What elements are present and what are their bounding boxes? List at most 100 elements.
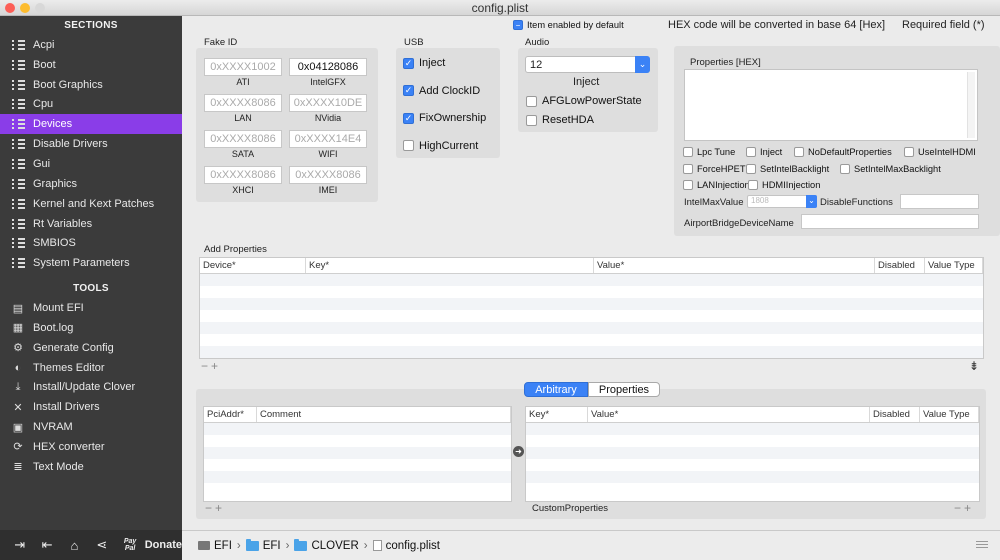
sidebar-item-acpi[interactable]: Acpi — [0, 35, 182, 55]
column-header[interactable]: Device* — [200, 258, 306, 273]
flag-setintelbacklight-checkbox[interactable]: SetIntelBacklight — [746, 164, 829, 174]
audio-resethda-checkbox[interactable]: ResetHDA — [526, 114, 594, 126]
usb-highcurrent-checkbox[interactable]: HighCurrent — [403, 140, 478, 152]
textarea-scrollbar[interactable] — [967, 72, 975, 138]
disable-functions-field[interactable] — [900, 194, 979, 209]
column-header[interactable]: Key* — [526, 407, 588, 422]
flag-inject-checkbox[interactable]: Inject — [746, 147, 782, 157]
fake-id-field-intelgfx[interactable]: 0x04128086 — [289, 58, 367, 76]
tool-item-mount-efi[interactable]: ▤ Mount EFI — [0, 298, 182, 318]
arbitrary-pci-table[interactable]: PciAddr* Comment — [203, 406, 512, 502]
usb-fixownership-checkbox[interactable]: ✓ FixOwnership — [403, 112, 486, 124]
custom-properties-label: CustomProperties — [532, 503, 609, 514]
sidebar-item-system-parameters[interactable]: System Parameters — [0, 253, 182, 273]
flag-setintelmaxbacklight-checkbox[interactable]: SetIntelMaxBacklight — [840, 164, 941, 174]
tool-item-nvram[interactable]: ▣ NVRAM — [0, 417, 182, 437]
path-item[interactable]: config.plist — [386, 540, 440, 552]
column-header[interactable]: Key* — [306, 258, 594, 273]
fake-id-field-lan[interactable]: 0xXXXX8086 — [204, 94, 282, 112]
audio-afglowpowerstate-checkbox[interactable]: AFGLowPowerState — [526, 95, 642, 107]
tool-item-install-drivers[interactable]: ✕ Install Drivers — [0, 397, 182, 417]
column-header[interactable]: Value Type — [925, 258, 983, 273]
flag-useintelhdmi-checkbox[interactable]: UseIntelHDMI — [904, 147, 976, 157]
flag-lpc-tune-checkbox[interactable]: Lpc Tune — [683, 147, 735, 157]
airport-field[interactable] — [801, 214, 979, 229]
donate-button[interactable]: Pay Pal Donate — [120, 538, 182, 552]
checkbox-unchecked-icon — [904, 147, 914, 157]
path-item[interactable]: EFI — [263, 540, 281, 552]
column-header[interactable]: Value Type — [920, 407, 979, 422]
sidebar: SECTIONS Acpi Boot Boot Graphics Cpu Devices… — [0, 16, 182, 530]
tool-item-hex-converter[interactable]: ⟳ HEX converter — [0, 437, 182, 457]
sidebar-item-boot[interactable]: Boot — [0, 55, 182, 75]
checkbox-unchecked-icon — [526, 95, 537, 107]
sidebar-item-disable-drivers[interactable]: Disable Drivers — [0, 134, 182, 154]
audio-inject-select[interactable]: 12 ⌄ — [525, 56, 650, 73]
column-header[interactable]: Value* — [594, 258, 875, 273]
sidebar-item-rt-variables[interactable]: Rt Variables — [0, 214, 182, 234]
close-window-button[interactable] — [5, 3, 15, 13]
tool-item-text-mode[interactable]: ≣ Text Mode — [0, 457, 182, 477]
sidebar-item-graphics[interactable]: Graphics — [0, 174, 182, 194]
arbitrary-pci-add-remove[interactable]: −+ — [205, 501, 225, 515]
checkbox-unchecked-icon — [683, 180, 693, 190]
list-glyph — [11, 178, 25, 189]
list-icon — [11, 178, 25, 190]
column-header[interactable]: Disabled — [875, 258, 925, 273]
tool-item-themes-editor[interactable]: ◐ Themes Editor — [0, 358, 182, 378]
column-header[interactable]: Value* — [588, 407, 870, 422]
home-icon[interactable]: ⌂ — [61, 538, 88, 553]
tool-item-install-update-clover[interactable]: ⤓ Install/Update Clover — [0, 378, 182, 398]
usb-inject-checkbox[interactable]: ✓ Inject — [403, 57, 445, 69]
import-icon[interactable]: ⇥ — [6, 537, 33, 553]
sidebar-item-boot-graphics[interactable]: Boot Graphics — [0, 75, 182, 95]
tool-item-boot-log[interactable]: ▦ Boot.log — [0, 318, 182, 338]
arbitrary-key-table[interactable]: Key* Value* Disabled Value Type — [525, 406, 980, 502]
fake-id-caption: XHCI — [232, 185, 254, 195]
sidebar-item-devices[interactable]: Devices — [0, 114, 182, 135]
flag-forcehpet-checkbox[interactable]: ForceHPET — [683, 164, 746, 174]
flag-hdmiinjection-checkbox[interactable]: HDMIInjection — [748, 180, 820, 190]
arrow-right-circle-icon[interactable]: ➜ — [513, 446, 524, 457]
drive-icon — [198, 541, 210, 550]
fake-id-field-wifi[interactable]: 0xXXXX14E4 — [289, 130, 367, 148]
fake-id-field-xhci[interactable]: 0xXXXX8086 — [204, 166, 282, 184]
usb-add-clockid-checkbox[interactable]: ✓ Add ClockID — [403, 85, 480, 97]
sidebar-item-label: Kernel and Kext Patches — [33, 197, 155, 210]
checkbox-checked-icon: ✓ — [403, 57, 414, 69]
properties-hex-textarea[interactable] — [684, 69, 978, 141]
sidebar-item-kernel-and-kext-patches[interactable]: Kernel and Kext Patches — [0, 194, 182, 214]
arbitrary-key-add-remove[interactable]: −+ — [954, 501, 974, 515]
path-item[interactable]: CLOVER — [311, 540, 358, 552]
properties-hex-title: Properties [HEX] — [690, 57, 761, 68]
flag-nodefaultproperties-checkbox[interactable]: NoDefaultProperties — [794, 147, 892, 157]
tab-properties[interactable]: Properties — [588, 382, 660, 397]
share-icon[interactable]: ⋖ — [88, 537, 115, 553]
column-header[interactable]: Disabled — [870, 407, 920, 422]
resize-icon[interactable]: ⇟ — [969, 359, 982, 373]
sidebar-item-cpu[interactable]: Cpu — [0, 95, 182, 115]
add-properties-add-remove[interactable]: −+ — [201, 359, 221, 373]
add-properties-table[interactable]: Device* Key* Value* Disabled Value Type — [199, 257, 984, 359]
sidebar-item-smbios[interactable]: SMBIOS — [0, 233, 182, 253]
tool-item-generate-config[interactable]: ⚙ Generate Config — [0, 338, 182, 358]
sidebar-item-gui[interactable]: Gui — [0, 154, 182, 174]
tool-item-label: NVRAM — [33, 421, 73, 434]
zoom-window-button[interactable] — [35, 3, 45, 13]
minimize-window-button[interactable] — [20, 3, 30, 13]
fake-id-field-imei[interactable]: 0xXXXX8086 — [289, 166, 367, 184]
intel-max-value-select[interactable]: 1808 ⌄ — [747, 195, 817, 208]
sidebar-item-label: Boot — [33, 58, 56, 71]
flag-laninjection-checkbox[interactable]: LANInjection — [683, 180, 750, 190]
export-icon[interactable]: ⇤ — [33, 537, 60, 553]
column-header[interactable]: Comment — [257, 407, 511, 422]
airport-label: AirportBridgeDeviceName — [684, 218, 794, 229]
list-icon — [11, 39, 25, 51]
fake-id-field-sata[interactable]: 0xXXXX8086 — [204, 130, 282, 148]
path-item[interactable]: EFI — [214, 540, 232, 552]
fake-id-field-ati[interactable]: 0xXXXX1002 — [204, 58, 282, 76]
menu-icon[interactable] — [976, 541, 988, 550]
column-header[interactable]: PciAddr* — [204, 407, 257, 422]
fake-id-field-nvidia[interactable]: 0xXXXX10DE — [289, 94, 367, 112]
tab-arbitrary[interactable]: Arbitrary — [524, 382, 588, 397]
